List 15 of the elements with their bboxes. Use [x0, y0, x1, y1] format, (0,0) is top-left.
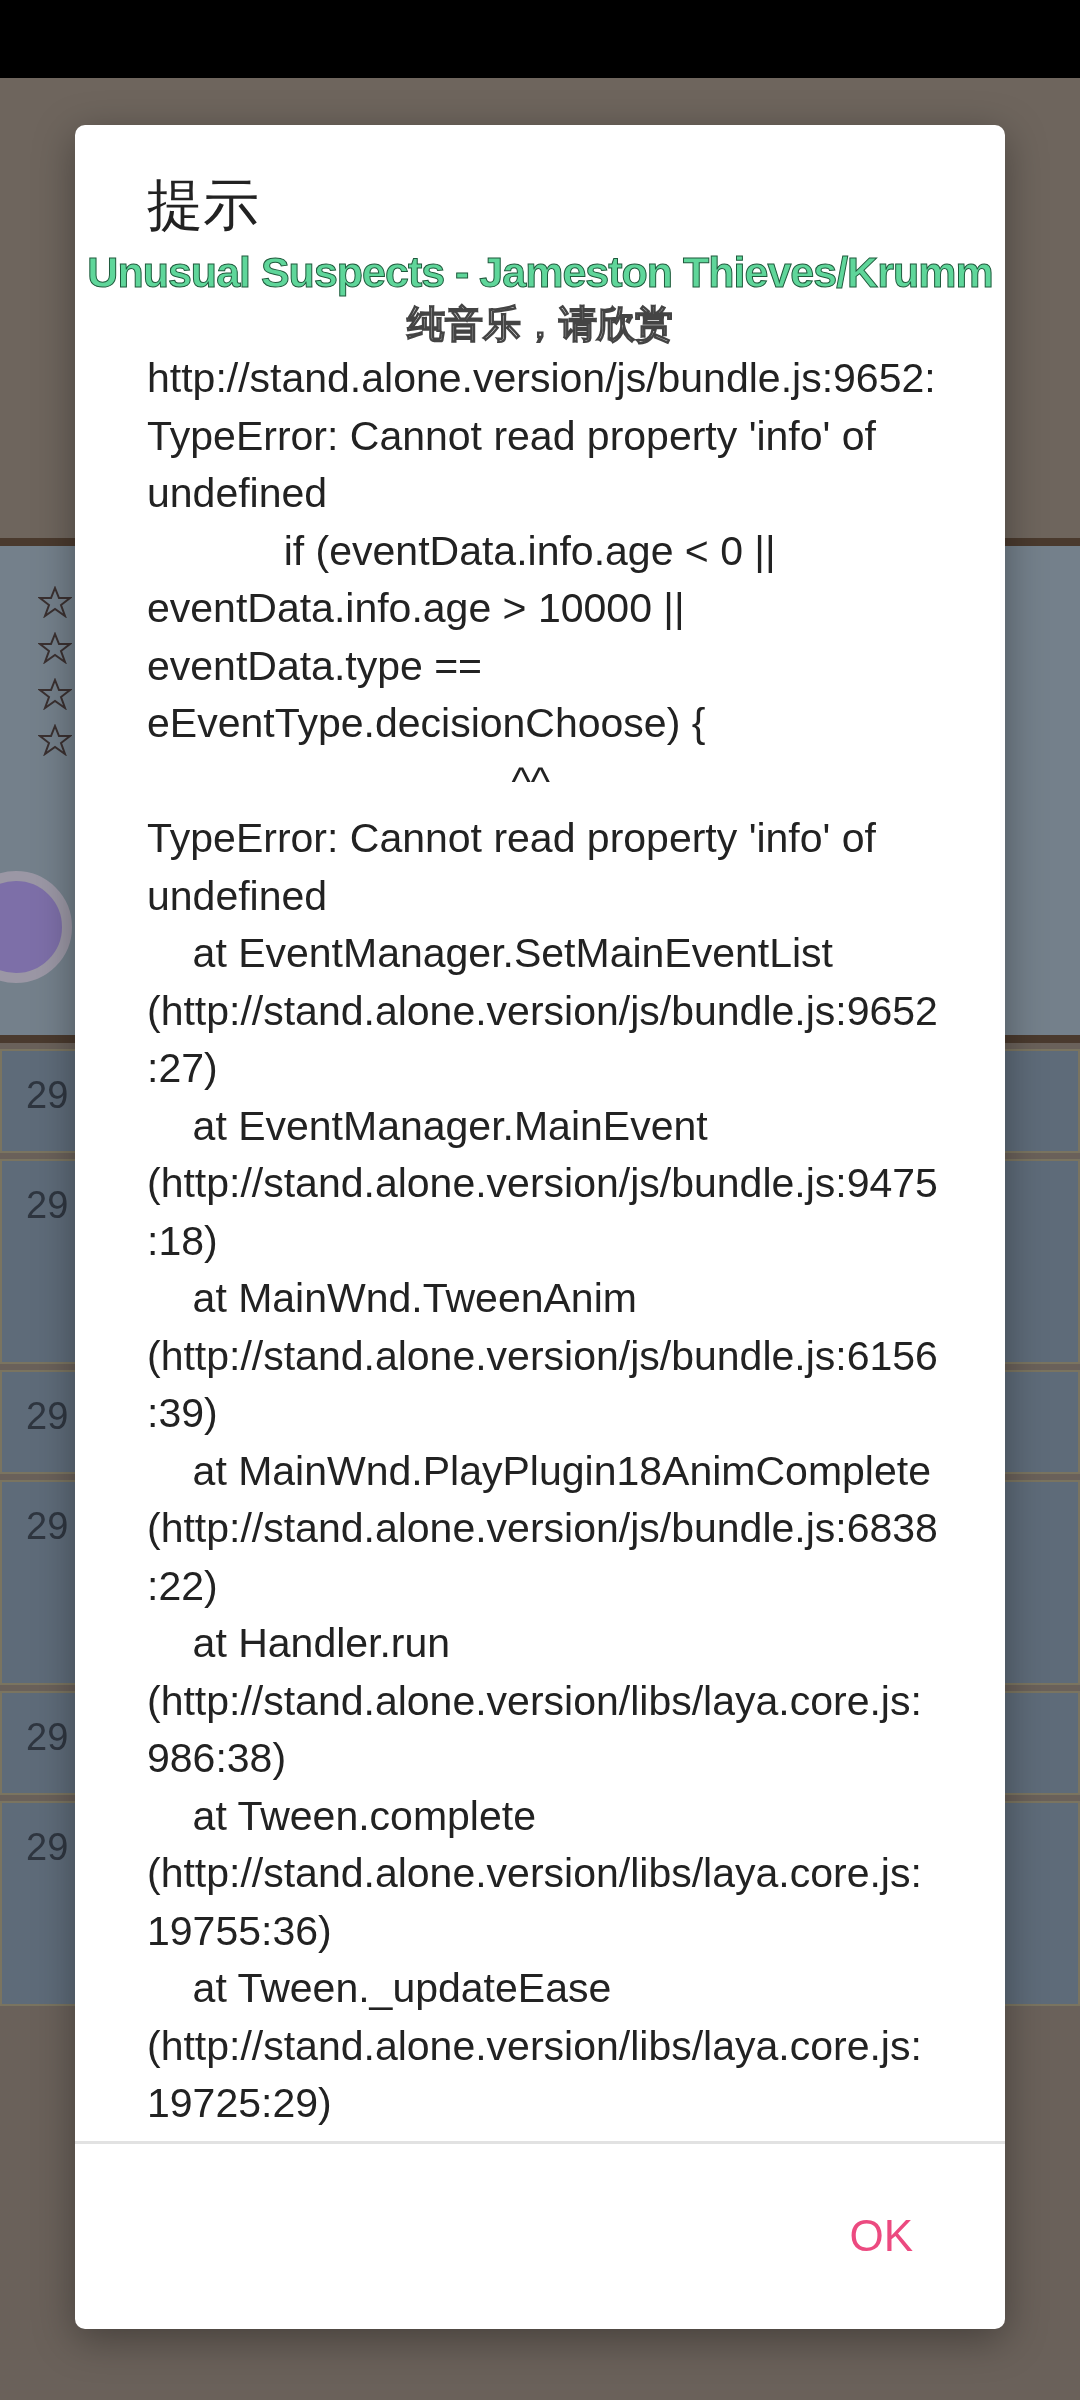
row-number: 29	[26, 1183, 69, 1228]
star-icon	[38, 724, 72, 756]
row-number: 29	[26, 1394, 69, 1439]
ok-button[interactable]: OK	[837, 2203, 925, 2270]
lyric-line: 纯音乐，请欣赏	[405, 302, 674, 347]
dialog-title: 提示	[146, 172, 260, 238]
row-number: 29	[26, 1715, 69, 1760]
row-number: 29	[26, 1073, 69, 1118]
song-title: Unusual Suspects - Jameston Thieves/Krumm	[86, 247, 994, 298]
star-icon	[38, 632, 72, 664]
row-number: 29	[26, 1825, 69, 1870]
row-number: 29	[26, 1504, 69, 1549]
error-message: http://stand.alone.version/js/bundle.js:9652: TypeError: Cannot read property 'info' of undefined if (eventData.info.age < 0 || eventData.info.age > 10000 || eventData.type == eEventType.decisionChoose) { ^^ TypeError: Cannot read property 'info' of undefined at EventManager.SetMainEventList (http://stand.alone.version/js/bundle.js:9652:27) at EventManager.MainEvent (http://stand.alone.version/js/bundle.js:9475:18) at MainWnd.TweenAnim (http://stand.alone.version/js/bundle.js:6156:39) at MainWnd.PlayPlugin18AnimComplete (http://stand.alone.version/js/bundle.js:6838:22) at Handler.run (http://stand.alone.version/libs/laya.core.js:986:38) at Tween.complete (http://stand.alone.version/libs/laya.core.js:19755:36) at Tween._updateEase (http://stand.alone.version/libs/laya.core.js:19725:29)	[146, 354, 939, 2129]
star-icon	[38, 586, 72, 618]
star-icon	[38, 678, 72, 710]
